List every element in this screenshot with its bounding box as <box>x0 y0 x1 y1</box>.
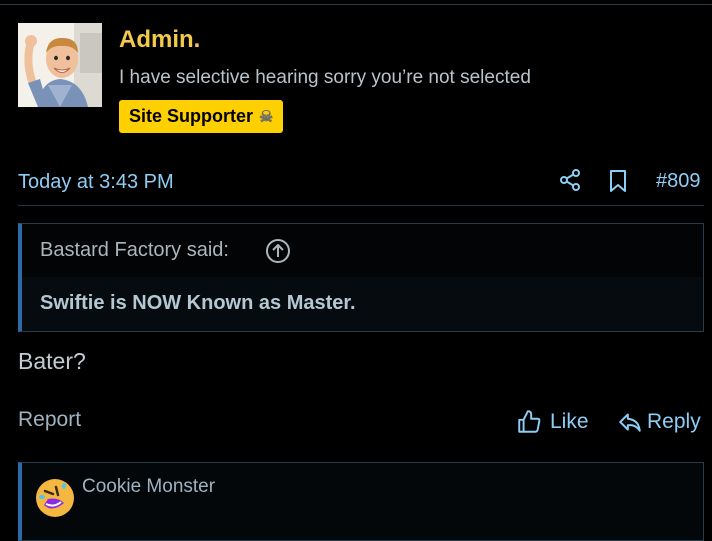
quote-header: Bastard Factory said: <box>22 224 703 277</box>
like-label: Like <box>550 410 589 433</box>
reply-arrow-icon <box>619 413 641 432</box>
skull-crossbones-icon: ☠ <box>259 108 274 126</box>
top-divider <box>0 4 712 5</box>
quote-text: Swiftie is NOW Known as Master. <box>40 292 356 314</box>
rolling-on-floor-laughing-icon <box>36 479 74 517</box>
reactions-bar[interactable]: Cookie Monster <box>18 462 704 541</box>
thumbs-up-icon <box>518 410 541 433</box>
reply-label: Reply <box>647 410 701 433</box>
arrow-up-circle-icon[interactable] <box>265 238 291 264</box>
badge-label: Site Supporter <box>129 106 254 126</box>
bookmark-icon[interactable] <box>606 169 630 193</box>
quote-block: Bastard Factory said: Swiftie is NOW Kno… <box>18 223 704 332</box>
avatar-image <box>18 23 102 107</box>
reaction-user-link[interactable]: Cookie Monster <box>82 476 215 498</box>
reply-button[interactable]: Reply <box>617 407 701 437</box>
report-link[interactable]: Report <box>18 408 81 432</box>
avatar[interactable] <box>18 23 102 107</box>
username[interactable]: Admin. <box>119 26 200 54</box>
post-message: Bater? <box>18 348 86 374</box>
meta-divider <box>18 205 704 206</box>
like-button[interactable]: Like <box>516 407 589 437</box>
quote-author[interactable]: Bastard Factory said: <box>40 239 229 262</box>
post-date-link[interactable]: Today at 3:43 PM <box>18 171 174 194</box>
site-supporter-badge: Site Supporter ☠ <box>119 100 284 133</box>
share-icon[interactable] <box>558 168 582 192</box>
user-title: I have selective hearing sorry you’re no… <box>119 67 531 88</box>
post-number-link[interactable]: #809 <box>656 170 701 193</box>
